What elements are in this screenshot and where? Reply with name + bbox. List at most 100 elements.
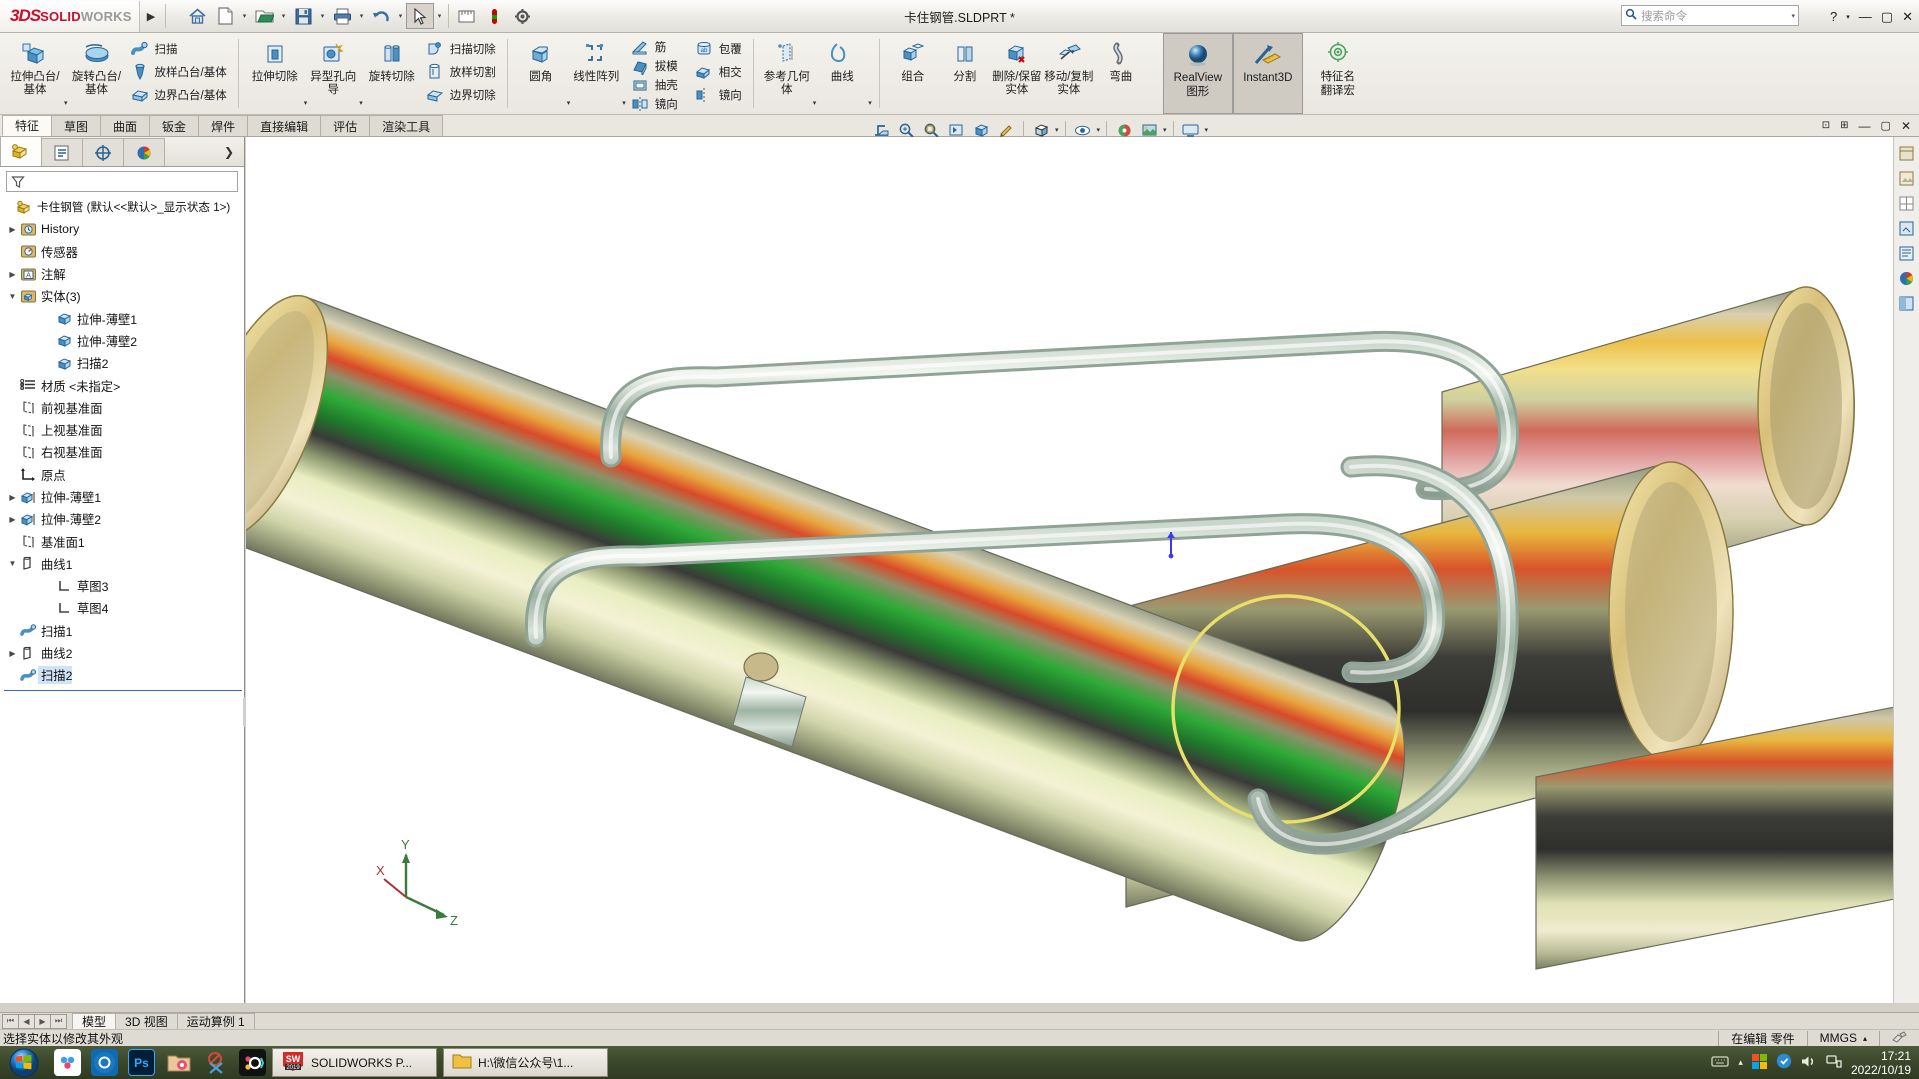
revolve-cut-button[interactable]: 旋转切除 [363,33,421,114]
mirror2-button[interactable]: 镜向 [690,83,746,106]
realview-graphics-button[interactable]: RealView 图形 [1162,33,1233,114]
menu-expand-arrow-icon[interactable]: ▶ [140,10,162,23]
expand-arrow-icon[interactable]: ▶ [6,270,19,279]
property-manager-tab[interactable] [41,138,83,166]
doc-close-button[interactable]: ✕ [1901,119,1911,133]
tree-node[interactable]: 拉伸-薄壁2 [2,330,244,352]
open-document-icon[interactable] [250,3,278,29]
doc-maximize-button[interactable]: ▢ [1881,119,1891,132]
tree-root-node[interactable]: 卡住钢管 (默认<<默认>_显示状态 1>) [2,196,244,218]
show-hidden-icons[interactable]: ▴ [1738,1057,1743,1068]
start-button[interactable] [0,1046,48,1079]
select-caret-icon[interactable]: ▾ [434,12,445,20]
taskbar-clock[interactable]: 17:21 2022/10/19 [1851,1049,1911,1077]
collapse-arrow-icon[interactable]: ▼ [6,292,19,301]
display-manager-tab[interactable] [123,138,165,166]
tree-node[interactable]: 扫描2 [2,352,244,374]
undo-icon[interactable] [367,3,395,29]
decals-icon[interactable] [1897,218,1917,238]
search-command-box[interactable]: 搜索命令 ▾ [1621,5,1799,26]
nav-next-button[interactable]: ▶ [34,1013,51,1029]
home-icon[interactable] [183,3,211,29]
extrude-boss-base-button[interactable]: 拉伸凸台/基体 [6,33,64,114]
expand-arrow-icon[interactable]: ▶ [6,515,19,524]
wrap-button[interactable]: ab 包覆 [690,37,746,60]
draft-button[interactable]: 拔模 [626,56,682,75]
expand-arrow-icon[interactable]: ▶ [6,649,19,658]
shell-button[interactable]: 抽壳 [626,76,682,95]
appearance-icon[interactable] [480,3,508,29]
customize-icon[interactable] [1879,1030,1919,1046]
search-input[interactable]: 搜索命令 [1641,8,1787,24]
split-button[interactable]: 分割 [939,33,991,114]
tree-node[interactable]: 右视基准面 [2,441,244,463]
solidworks-taskbar-item[interactable]: SW 2019 SOLIDWORKS P... [272,1048,437,1077]
folder-media-icon[interactable] [165,1049,192,1076]
maximize-button[interactable]: ▢ [1881,9,1893,25]
appearances-icon[interactable] [1897,168,1917,188]
collapse-arrow-icon[interactable]: ▼ [6,559,19,568]
display-pane-icon[interactable] [1897,293,1917,313]
close-button[interactable]: ✕ [1902,9,1913,25]
tree-node[interactable]: 扫描1 [2,620,244,642]
loft-cut-button[interactable]: 放样切割 [421,60,500,83]
linear-pattern-button[interactable]: 线性阵列 [570,33,622,114]
custom-properties-icon[interactable] [1897,243,1917,263]
select-arrow-icon[interactable] [406,3,434,29]
measure-icon[interactable] [452,3,480,29]
tab-direct-editing[interactable]: 直接编辑 [247,115,322,136]
tree-node[interactable]: 草图3 [2,575,244,597]
camera-icon[interactable] [91,1049,118,1076]
help-caret-icon[interactable]: ▾ [1846,13,1850,21]
configuration-manager-tab[interactable] [82,138,124,166]
units-indicator[interactable]: MMGS ▴ [1806,1030,1879,1046]
tree-node[interactable]: 扫描2 [2,664,244,686]
open-document-caret-icon[interactable]: ▾ [278,12,289,20]
translate-macro-button[interactable]: 特征名 翻译宏 [1303,33,1373,114]
sync-tray-icon[interactable] [1776,1053,1792,1072]
tab-features[interactable]: 特征 [2,115,53,136]
nav-last-button[interactable]: ⏭ [50,1013,67,1029]
tree-node[interactable]: 前视基准面 [2,397,244,419]
expand-arrow-icon[interactable]: ▶ [6,225,19,234]
units-caret-icon[interactable]: ▴ [1863,1034,1867,1043]
doc-minimize-button[interactable]: — [1859,119,1871,133]
nav-prev-button[interactable]: ◀ [18,1013,35,1029]
bottom-tab-motion-study[interactable]: 运动算例 1 [176,1013,255,1029]
tab-weldments[interactable]: 焊件 [198,115,249,136]
tree-node[interactable]: ▶ 曲线2 [2,642,244,664]
tab-evaluate[interactable]: 评估 [320,115,371,136]
help-button[interactable]: ? [1830,9,1837,24]
delete-keep-body-button[interactable]: 删除/保留实体 [991,33,1043,114]
intersect-button[interactable]: 相交 [690,60,746,83]
fillet-button[interactable]: 圆角 [515,33,567,114]
nav-first-button[interactable]: ⏮ [2,1013,19,1029]
boundary-boss-base-button[interactable]: 边界凸台/基体 [126,83,231,106]
new-document-caret-icon[interactable]: ▾ [239,12,250,20]
loft-boss-base-button[interactable]: 放样凸台/基体 [126,60,231,83]
tree-node[interactable]: ▼ 曲线1 [2,553,244,575]
apply-scene-caret-icon[interactable]: ▾ [1163,126,1167,134]
snip-tool-icon[interactable] [202,1049,229,1076]
expand-arrow-icon[interactable]: ▶ [6,493,19,502]
extrude-cut-button[interactable]: 拉伸切除 [246,33,304,114]
tab-sheetmetal[interactable]: 钣金 [149,115,200,136]
tree-node[interactable]: 基准面1 [2,530,244,552]
tree-filter-input[interactable] [6,171,238,192]
tree-node[interactable]: ▶ History [2,218,244,240]
tree-node[interactable]: ▶ 拉伸-薄壁2 [2,508,244,530]
undo-caret-icon[interactable]: ▾ [395,12,406,20]
explorer-taskbar-item[interactable]: H:\微信公众号\1... [443,1048,608,1077]
minimize-button[interactable]: — [1859,9,1872,24]
photoshop-icon[interactable]: Ps [128,1049,155,1076]
cloud-sync-icon[interactable] [54,1049,81,1076]
new-document-icon[interactable] [211,3,239,29]
obs-icon[interactable] [239,1049,266,1076]
curves-button[interactable]: 曲线 [816,33,868,114]
keyboard-tray-icon[interactable] [1711,1054,1730,1071]
search-dropdown-icon[interactable]: ▾ [1791,12,1795,20]
graphics-viewport[interactable]: X Y Z [246,137,1919,1003]
tree-node[interactable]: ▶ A 注解 [2,263,244,285]
scenes-icon[interactable] [1897,193,1917,213]
tree-node[interactable]: 传感器 [2,241,244,263]
